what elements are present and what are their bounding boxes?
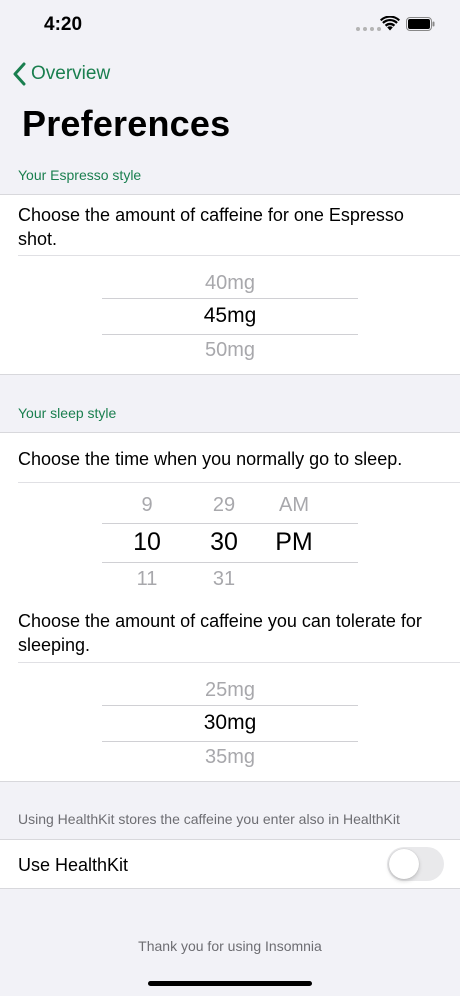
thanks-message: Thank you for using Insomnia bbox=[138, 938, 322, 954]
chevron-left-icon bbox=[13, 62, 26, 86]
sleep-time-description: Choose the time when you normally go to … bbox=[18, 449, 403, 469]
toggle-knob bbox=[389, 849, 419, 879]
minute-selected[interactable]: 30 bbox=[189, 528, 259, 556]
picker-option[interactable]: 35mg bbox=[102, 743, 358, 771]
picker-selected-option[interactable]: 45mg bbox=[102, 302, 358, 330]
status-bar: 4:20 bbox=[0, 0, 460, 50]
sleep-time-picker[interactable]: 9 10 11 29 30 31 AM PM bbox=[102, 485, 358, 590]
tolerance-caffeine-picker[interactable]: 25mg 30mg 35mg bbox=[102, 670, 358, 774]
separator bbox=[18, 255, 460, 256]
period-option[interactable]: AM bbox=[259, 491, 329, 519]
healthkit-toggle[interactable] bbox=[387, 847, 444, 881]
back-button-label: Overview bbox=[31, 63, 111, 84]
separator bbox=[18, 482, 460, 483]
page-title: Preferences bbox=[22, 103, 231, 144]
healthkit-note: Using HealthKit stores the caffeine you … bbox=[18, 811, 400, 827]
picker-option[interactable]: 25mg bbox=[102, 676, 358, 704]
status-time: 4:20 bbox=[44, 14, 83, 35]
minute-option[interactable]: 31 bbox=[189, 565, 259, 593]
minute-option[interactable]: 29 bbox=[189, 491, 259, 519]
espresso-description: Choose the amount of caffeine for one Es… bbox=[18, 205, 404, 249]
picker-option[interactable]: 40mg bbox=[102, 269, 358, 297]
hour-option[interactable]: 9 bbox=[112, 491, 182, 519]
espresso-group: Choose the amount of caffeine for one Es… bbox=[0, 194, 460, 375]
sleep-section-header: Your sleep style bbox=[18, 405, 117, 421]
back-button[interactable]: Overview bbox=[12, 60, 110, 88]
cellular-signal-icon bbox=[356, 27, 381, 31]
battery-icon bbox=[406, 17, 435, 31]
separator bbox=[18, 662, 460, 663]
healthkit-label: Use HealthKit bbox=[18, 855, 129, 875]
hour-option[interactable]: 11 bbox=[112, 565, 182, 593]
home-indicator[interactable] bbox=[148, 981, 312, 986]
period-selected[interactable]: PM bbox=[259, 528, 329, 556]
picker-option[interactable]: 50mg bbox=[102, 336, 358, 364]
espresso-caffeine-picker[interactable]: 40mg 45mg 50mg bbox=[102, 263, 358, 367]
picker-selected-option[interactable]: 30mg bbox=[102, 709, 358, 737]
sleep-group: Choose the time when you normally go to … bbox=[0, 432, 460, 782]
espresso-section-header: Your Espresso style bbox=[18, 167, 142, 183]
hour-selected[interactable]: 10 bbox=[112, 528, 182, 556]
wifi-icon bbox=[380, 16, 400, 31]
healthkit-row: Use HealthKit bbox=[0, 839, 460, 889]
tolerance-description: Choose the amount of caffeine you can to… bbox=[18, 611, 422, 655]
